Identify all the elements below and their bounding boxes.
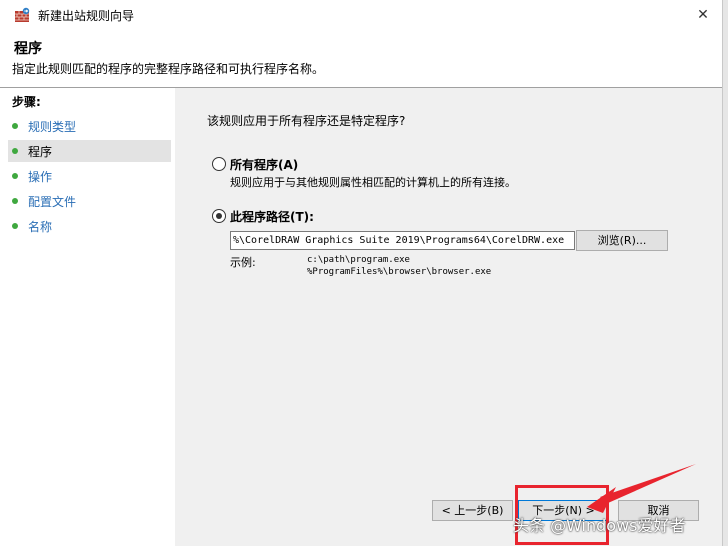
watermark: 头条 @Windows爱好者 [513,516,686,535]
annotation-arrow-icon [587,464,696,513]
